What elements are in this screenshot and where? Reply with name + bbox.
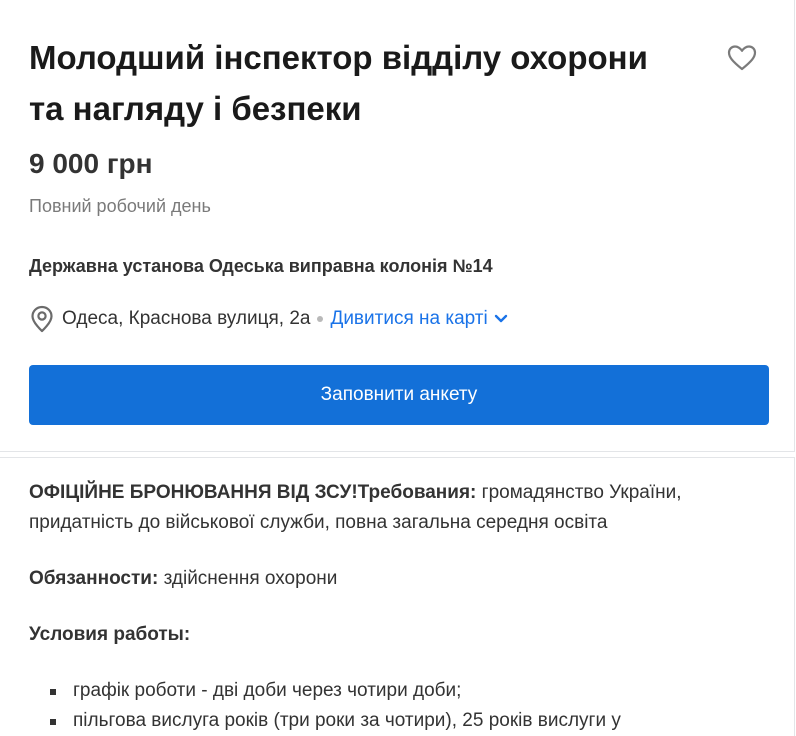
address-text: Одеса, Краснова вулиця, 2а [62, 308, 311, 329]
chevron-down-icon [494, 314, 507, 323]
vacancy-header-card: Молодший інспектор відділу охорони та на… [0, 0, 795, 452]
apply-button[interactable]: Заповнити анкету [29, 365, 769, 425]
requirements-label: ОФІЦІЙНЕ БРОНЮВАННЯ ВІД ЗСУ!Требования: [29, 482, 477, 503]
map-pin-icon [31, 305, 53, 333]
show-on-map-link[interactable]: Дивитися на карті [330, 308, 507, 330]
duties-paragraph: Обязанности: здійснення охорони [29, 564, 769, 594]
show-on-map-label: Дивитися на карті [330, 308, 488, 329]
requirements-paragraph: ОФІЦІЙНЕ БРОНЮВАННЯ ВІД ЗСУ!Требования: … [29, 478, 769, 538]
job-title: Молодший інспектор відділу охорони та на… [29, 39, 648, 127]
location-row: Одеса, Краснова вулиця, 2а Дивитися на к… [29, 305, 508, 333]
conditions-heading: Условия работы: [29, 620, 769, 650]
list-item: пільгова вислуга років (три роки за чоти… [29, 706, 769, 736]
salary: 9 000 грн [29, 148, 153, 179]
conditions-label: Условия работы: [29, 624, 191, 645]
work-schedule: Повний робочий день [29, 196, 211, 216]
heart-icon[interactable] [726, 42, 758, 74]
conditions-list: графік роботи - дві доби через чотири до… [29, 676, 769, 736]
list-item: графік роботи - дві доби через чотири до… [29, 676, 769, 706]
job-description: ОФІЦІЙНЕ БРОНЮВАННЯ ВІД ЗСУ!Требования: … [29, 478, 769, 736]
company-name: Державна установа Одеська виправна колон… [29, 256, 493, 276]
duties-text: здійснення охорони [158, 568, 338, 589]
vacancy-page: Молодший інспектор відділу охорони та на… [0, 0, 796, 736]
duties-label: Обязанности: [29, 568, 159, 589]
separator-dot [317, 316, 324, 322]
